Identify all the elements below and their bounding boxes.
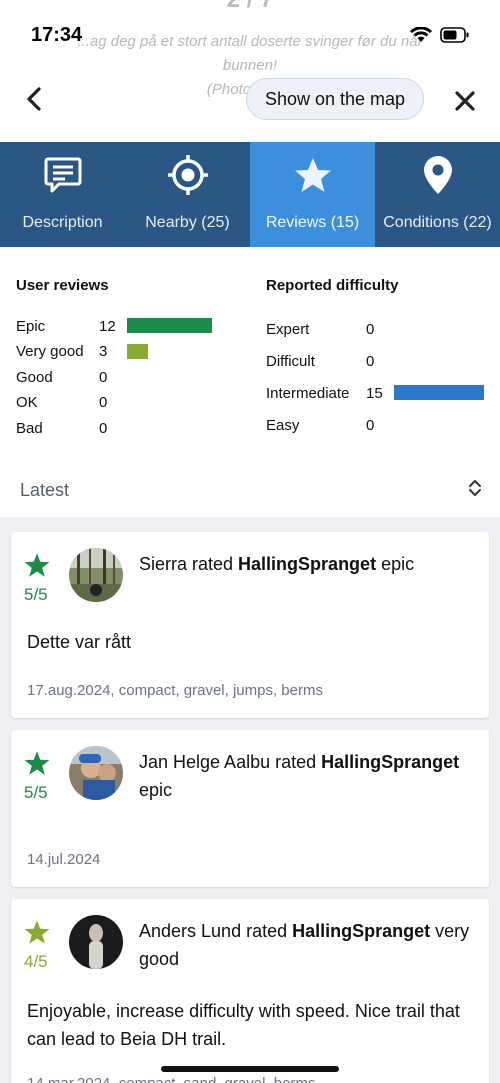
- breakdown-count: 0: [99, 394, 108, 411]
- breakdown-count: 0: [99, 419, 108, 437]
- reviewer-text: Anders Lund rated: [139, 921, 293, 941]
- breakdown-row: Very good 3: [16, 342, 246, 362]
- top-header: 2 / 7 ...ag deg på et stort antall doser…: [0, 0, 500, 142]
- close-icon[interactable]: [450, 86, 480, 116]
- breakdown-count: 0: [366, 320, 375, 338]
- rating-score: 5/5: [24, 585, 48, 604]
- sort-chevron-icon[interactable]: [468, 478, 482, 498]
- star-icon: [293, 154, 333, 196]
- breakdown-row: Easy 0: [266, 415, 496, 435]
- rating-star-icon: [24, 751, 50, 775]
- target-icon: [167, 154, 209, 196]
- tab-reviews[interactable]: Reviews (15): [250, 142, 375, 247]
- status-time: 17:34: [31, 24, 83, 46]
- tab-description[interactable]: Description: [0, 142, 125, 247]
- review-meta: 14.mar.2024, compact, sand, gravel, berm…: [27, 1075, 315, 1083]
- review-title: Sierra rated HallingSpranget epic: [139, 550, 479, 578]
- breakdown-row: Good 0: [16, 367, 246, 387]
- breakdown-count: 3: [99, 343, 108, 360]
- trail-name: HallingSpranget: [292, 921, 431, 941]
- breakdown-row: Difficult 0: [266, 351, 496, 371]
- review-card[interactable]: 4/5 Anders Lund rated HallingSpranget ve…: [11, 899, 489, 1083]
- breakdown-row: OK 0: [16, 393, 246, 413]
- tab-label: Conditions (22): [383, 214, 492, 231]
- breakdown-row: Bad 0: [16, 418, 246, 438]
- rating-word: epic: [376, 554, 415, 574]
- reviewer-text: Jan Helge Aalbu rated: [139, 752, 322, 772]
- reviewer-text: Sierra rated: [139, 554, 239, 574]
- breakdown-count: 12: [99, 317, 116, 335]
- difficulty-title: Reported difficulty: [266, 277, 399, 294]
- breakdown-label: Easy: [266, 416, 300, 434]
- review-meta: 17.aug.2024, compact, gravel, jumps, ber…: [27, 682, 323, 699]
- tab-label: Reviews (15): [265, 214, 360, 231]
- breakdown-count: 0: [99, 368, 108, 386]
- review-card[interactable]: 5/5 Sierra rated HallingSpranget epic De…: [11, 532, 489, 718]
- breakdown-label: Bad: [16, 419, 43, 437]
- home-indicator: [161, 1066, 339, 1072]
- breakdown-row: Intermediate 15: [266, 383, 496, 403]
- breakdown-bar: [394, 385, 484, 400]
- rating-score: 5/5: [24, 783, 48, 802]
- user-reviews-title: User reviews: [16, 277, 109, 294]
- review-title: Jan Helge Aalbu rated HallingSpranget ep…: [139, 748, 479, 804]
- avatar: [69, 915, 123, 969]
- review-meta: 14.jul.2024: [27, 851, 101, 868]
- breakdown-label: Epic: [16, 317, 46, 335]
- review-title: Anders Lund rated HallingSpranget very g…: [139, 917, 479, 973]
- rating-star-icon: [24, 553, 50, 577]
- show-on-map-button[interactable]: Show on the map: [246, 78, 424, 120]
- back-chevron-icon[interactable]: [20, 84, 50, 114]
- tab-bar: Description Nearby (25) Reviews (15) Con…: [0, 142, 500, 247]
- breakdown-label: OK: [16, 394, 38, 411]
- rating-star-icon: [24, 920, 50, 944]
- rating-word: epic: [139, 780, 173, 800]
- description-icon: [43, 154, 83, 196]
- tab-nearby[interactable]: Nearby (25): [125, 142, 250, 247]
- breakdown-count: 0: [366, 416, 375, 434]
- breakdown-bar: [127, 318, 212, 333]
- tab-label: Description: [22, 214, 103, 231]
- trail-name: HallingSpranget: [321, 752, 460, 772]
- breakdown-row: Expert 0: [266, 319, 496, 339]
- breakdown-label: Difficult: [266, 352, 315, 370]
- review-stats: User reviews Reported difficulty Epic 12 V…: [0, 247, 500, 517]
- rating-score: 4/5: [24, 952, 48, 971]
- reviews-list: 5/5 Sierra rated HallingSpranget epic De…: [0, 517, 500, 1083]
- avatar: [69, 746, 123, 800]
- avatar: [69, 548, 123, 602]
- breakdown-count: 0: [366, 352, 375, 370]
- breakdown-row: Epic 12: [16, 316, 246, 336]
- sort-select[interactable]: Latest: [20, 480, 69, 501]
- battery-icon: [440, 27, 469, 43]
- breakdown-label: Intermediate: [266, 384, 350, 402]
- photo-caption-line: bunnen!: [222, 57, 278, 74]
- location-pin-icon: [421, 154, 455, 196]
- breakdown-label: Very good: [16, 343, 84, 360]
- photo-pager: 2 / 7: [0, 0, 500, 14]
- breakdown-bar: [127, 343, 148, 359]
- tab-label: Nearby (25): [145, 214, 230, 231]
- breakdown-count: 15: [366, 384, 383, 402]
- photo-caption-line: ...ag deg på et stort antall doserte svi…: [77, 33, 423, 50]
- breakdown-label: Expert: [266, 320, 310, 338]
- review-card[interactable]: 5/5 Jan Helge Aalbu rated HallingSprange…: [11, 730, 489, 887]
- breakdown-label: Good: [16, 368, 53, 386]
- review-body: Enjoyable, increase difficulty with spee…: [27, 1001, 460, 1049]
- trail-name: HallingSpranget: [238, 554, 377, 574]
- review-body: Dette var rått: [27, 632, 132, 652]
- wifi-icon: [410, 27, 432, 42]
- status-icons: [410, 27, 470, 43]
- tab-conditions[interactable]: Conditions (22): [375, 142, 500, 247]
